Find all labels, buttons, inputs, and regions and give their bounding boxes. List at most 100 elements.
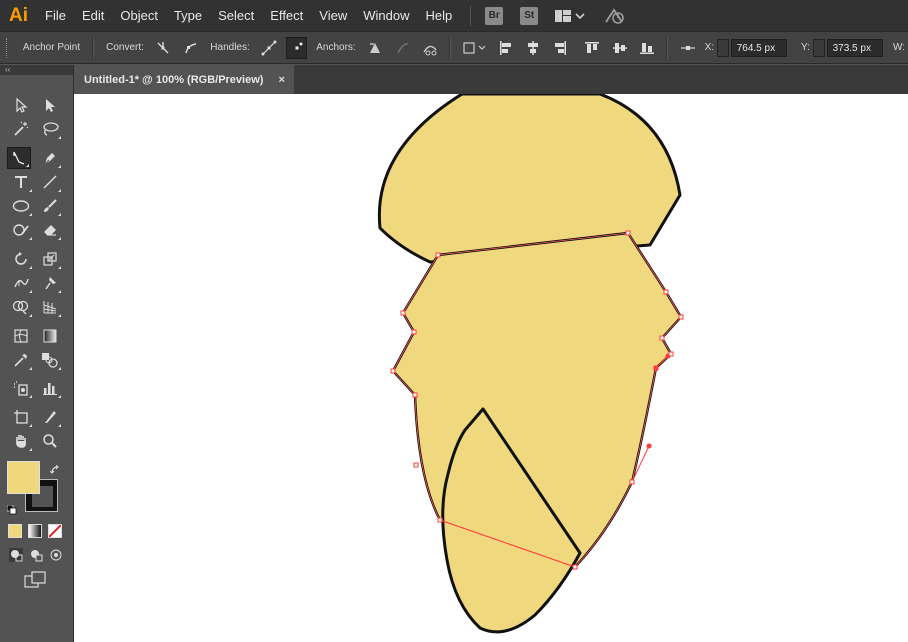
anchors-label: Anchors: bbox=[316, 42, 356, 53]
gradient-tool-icon[interactable] bbox=[38, 325, 62, 347]
anchor-point[interactable] bbox=[390, 368, 396, 374]
type-tool-icon[interactable] bbox=[9, 171, 33, 193]
draw-normal-icon[interactable] bbox=[9, 548, 23, 567]
align-left-icon[interactable] bbox=[495, 37, 516, 59]
align-right-icon[interactable] bbox=[550, 37, 571, 59]
column-graph-tool-icon[interactable] bbox=[38, 377, 62, 399]
convert-label: Convert: bbox=[106, 42, 144, 53]
hand-tool-icon[interactable] bbox=[9, 430, 33, 452]
direct-selection-tool-icon[interactable] bbox=[38, 94, 62, 116]
scale-tool-icon[interactable] bbox=[38, 248, 62, 270]
control-bar-divider bbox=[92, 37, 95, 58]
show-handles-icon[interactable] bbox=[259, 37, 280, 59]
tools-panel-collapse-button[interactable]: ‹‹ bbox=[0, 65, 73, 75]
document-tab-title: Untitled-1* @ 100% (RGB/Preview) bbox=[84, 73, 264, 86]
menu-file[interactable]: File bbox=[37, 0, 74, 31]
cut-path-icon[interactable] bbox=[419, 37, 440, 59]
close-tab-icon[interactable]: × bbox=[278, 74, 284, 86]
paintbrush-tool-icon[interactable] bbox=[38, 195, 62, 217]
zoom-tool-icon[interactable] bbox=[38, 430, 62, 452]
artboard-tool-icon[interactable] bbox=[9, 406, 33, 428]
anchor-point[interactable] bbox=[411, 329, 417, 335]
isolate-object-icon[interactable] bbox=[460, 37, 489, 59]
control-bar-grip[interactable] bbox=[6, 37, 11, 58]
menu-help[interactable]: Help bbox=[417, 0, 460, 31]
rotate-tool-icon[interactable] bbox=[9, 248, 33, 270]
anchor-point[interactable] bbox=[413, 462, 419, 468]
menu-view[interactable]: View bbox=[311, 0, 355, 31]
anchor-point[interactable] bbox=[437, 517, 443, 523]
anchor-point[interactable] bbox=[412, 392, 418, 398]
menu-object[interactable]: Object bbox=[112, 0, 166, 31]
document-tab[interactable]: Untitled-1* @ 100% (RGB/Preview) × bbox=[74, 65, 294, 94]
anchor-point[interactable] bbox=[663, 289, 669, 295]
y-position-field[interactable]: 373.5 px bbox=[826, 38, 883, 57]
lasso-tool-icon[interactable] bbox=[38, 118, 62, 140]
control-bar: Anchor Point Convert: Handles: Anchors: bbox=[0, 31, 908, 64]
align-vertical-center-icon[interactable] bbox=[609, 37, 630, 59]
connect-anchors-icon[interactable] bbox=[392, 37, 413, 59]
anchor-point-tool-icon[interactable] bbox=[7, 147, 31, 169]
draw-behind-icon[interactable] bbox=[29, 548, 43, 567]
tools-panel: ‹‹ bbox=[0, 65, 74, 642]
reference-point-icon[interactable] bbox=[677, 37, 698, 59]
anchor-point[interactable] bbox=[435, 252, 441, 258]
anchor-point[interactable] bbox=[572, 564, 578, 570]
anchor-point[interactable] bbox=[659, 335, 665, 341]
y-label: Y: bbox=[801, 42, 810, 53]
pen-tool-icon[interactable] bbox=[38, 147, 62, 169]
eyedropper-tool-icon[interactable] bbox=[9, 349, 33, 371]
default-colors-icon[interactable] bbox=[6, 502, 17, 520]
line-segment-tool-icon[interactable] bbox=[38, 171, 62, 193]
color-mode-button[interactable] bbox=[8, 524, 22, 538]
anchor-point[interactable] bbox=[625, 230, 631, 236]
remove-anchor-icon[interactable] bbox=[365, 37, 386, 59]
draw-inside-icon[interactable] bbox=[49, 548, 63, 567]
align-horizontal-center-icon[interactable] bbox=[522, 37, 543, 59]
symbol-sprayer-tool-icon[interactable] bbox=[9, 377, 33, 399]
anchor-point[interactable] bbox=[653, 365, 659, 371]
convert-to-corner-icon[interactable] bbox=[153, 37, 174, 59]
shaper-tool-icon[interactable] bbox=[9, 219, 33, 241]
anchor-point[interactable] bbox=[400, 310, 406, 316]
stock-button[interactable]: St bbox=[520, 6, 539, 25]
anchor-point[interactable] bbox=[668, 351, 674, 357]
mesh-tool-icon[interactable] bbox=[9, 325, 33, 347]
anchor-point[interactable] bbox=[678, 314, 684, 320]
fill-swatch[interactable] bbox=[7, 461, 40, 494]
puppet-warp-tool-icon[interactable] bbox=[38, 272, 62, 294]
magic-wand-tool-icon[interactable] bbox=[9, 118, 33, 140]
menu-select[interactable]: Select bbox=[210, 0, 262, 31]
gpu-performance-icon[interactable] bbox=[603, 6, 627, 26]
eraser-tool-icon[interactable] bbox=[38, 219, 62, 241]
hide-handles-icon[interactable] bbox=[285, 36, 308, 59]
y-stepper[interactable] bbox=[812, 38, 825, 57]
direction-handle-point[interactable] bbox=[646, 443, 652, 449]
artboard-canvas[interactable] bbox=[74, 94, 908, 642]
menu-edit[interactable]: Edit bbox=[74, 0, 112, 31]
slice-tool-icon[interactable] bbox=[38, 406, 62, 428]
dome-shape[interactable] bbox=[377, 94, 682, 264]
menu-window[interactable]: Window bbox=[355, 0, 417, 31]
x-stepper[interactable] bbox=[717, 38, 729, 57]
workspace-layout-icon[interactable] bbox=[555, 9, 585, 23]
menu-type[interactable]: Type bbox=[166, 0, 210, 31]
width-tool-icon[interactable] bbox=[9, 272, 33, 294]
screen-mode-icon[interactable] bbox=[24, 571, 48, 594]
shape-builder-tool-icon[interactable] bbox=[9, 296, 33, 318]
anchor-point[interactable] bbox=[629, 479, 635, 485]
none-mode-button[interactable] bbox=[48, 524, 62, 538]
x-position-field[interactable]: 764.5 px bbox=[730, 38, 788, 57]
bridge-button[interactable]: Br bbox=[485, 6, 504, 25]
swap-fill-stroke-icon[interactable] bbox=[49, 462, 60, 480]
ellipse-tool-icon[interactable] bbox=[9, 195, 33, 217]
selection-tool-icon[interactable] bbox=[9, 94, 33, 116]
convert-to-smooth-icon[interactable] bbox=[180, 37, 201, 59]
tool-name-label: Anchor Point bbox=[22, 42, 81, 53]
perspective-grid-tool-icon[interactable] bbox=[38, 296, 62, 318]
blend-tool-icon[interactable] bbox=[38, 349, 62, 371]
gradient-mode-button[interactable] bbox=[28, 524, 42, 538]
align-top-icon[interactable] bbox=[582, 37, 603, 59]
align-bottom-icon[interactable] bbox=[636, 37, 657, 59]
menu-effect[interactable]: Effect bbox=[262, 0, 311, 31]
